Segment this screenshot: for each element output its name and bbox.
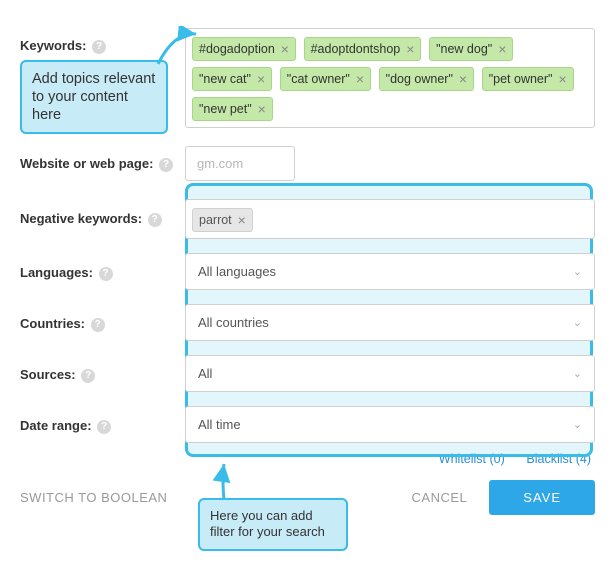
chevron-down-icon: ⌄	[573, 265, 582, 278]
daterange-label: Date range: ?	[20, 406, 185, 434]
keywords-input[interactable]: #dogadoption × #adoptdontshop × "new dog" ×…	[185, 28, 595, 128]
label-text: Sources:	[20, 367, 76, 382]
select-value: All time	[198, 417, 241, 432]
label-text: Keywords:	[20, 38, 86, 53]
annotation-filters: Here you can add filter for your search	[198, 498, 348, 551]
keyword-tag[interactable]: #dogadoption ×	[192, 37, 296, 61]
close-icon[interactable]: ×	[559, 72, 567, 86]
languages-label: Languages: ?	[20, 253, 185, 281]
keyword-tag[interactable]: "new cat" ×	[192, 67, 272, 91]
negative-row: Negative keywords: ? parrot ×	[20, 199, 595, 239]
close-icon[interactable]: ×	[406, 42, 414, 56]
keyword-tag[interactable]: "new dog" ×	[429, 37, 513, 61]
languages-select[interactable]: All languages ⌄	[185, 253, 595, 290]
help-icon[interactable]: ?	[159, 158, 173, 172]
countries-row: Countries: ? All countries ⌄	[20, 304, 595, 341]
negative-tag[interactable]: parrot ×	[192, 208, 253, 232]
tag-label: #dogadoption	[199, 42, 275, 56]
select-value: All languages	[198, 264, 276, 279]
annotation-keywords: Add topics relevant to your content here	[20, 60, 168, 134]
cancel-button[interactable]: CANCEL	[412, 490, 468, 505]
help-icon[interactable]: ?	[148, 213, 162, 227]
close-icon[interactable]: ×	[459, 72, 467, 86]
list-links: Whitelist (0) Blacklist (4)	[20, 451, 595, 466]
label-text: Languages:	[20, 265, 93, 280]
select-value: All countries	[198, 315, 269, 330]
close-icon[interactable]: ×	[258, 102, 266, 116]
daterange-select[interactable]: All time ⌄	[185, 406, 595, 443]
languages-row: Languages: ? All languages ⌄	[20, 253, 595, 290]
tag-label: parrot	[199, 213, 232, 227]
whitelist-link[interactable]: Whitelist (0)	[439, 452, 505, 466]
keyword-tag[interactable]: "new pet" ×	[192, 97, 273, 121]
select-value: All	[198, 366, 212, 381]
switch-to-boolean-link[interactable]: SWITCH TO BOOLEAN	[20, 490, 167, 505]
negative-input[interactable]: parrot ×	[185, 199, 595, 239]
sources-label: Sources: ?	[20, 355, 185, 383]
keyword-tag[interactable]: "cat owner" ×	[280, 67, 371, 91]
sources-select[interactable]: All ⌄	[185, 355, 595, 392]
tag-label: "dog owner"	[386, 72, 453, 86]
help-icon[interactable]: ?	[91, 318, 105, 332]
countries-select[interactable]: All countries ⌄	[185, 304, 595, 341]
close-icon[interactable]: ×	[281, 42, 289, 56]
annotation-text: Add topics relevant to your content here	[32, 71, 155, 123]
keywords-label: Keywords: ?	[20, 28, 185, 54]
tag-label: "new cat"	[199, 72, 251, 86]
tag-label: #adoptdontshop	[311, 42, 401, 56]
label-text: Negative keywords:	[20, 211, 142, 226]
save-button[interactable]: SAVE	[489, 480, 595, 515]
close-icon[interactable]: ×	[238, 213, 246, 227]
label-text: Website or web page:	[20, 156, 153, 171]
close-icon[interactable]: ×	[498, 42, 506, 56]
annotation-text: Here you can add filter for your search	[210, 508, 325, 539]
help-icon[interactable]: ?	[99, 267, 113, 281]
tag-label: "new pet"	[199, 102, 252, 116]
tag-label: "new dog"	[436, 42, 492, 56]
website-input[interactable]	[185, 146, 295, 181]
chevron-down-icon: ⌄	[573, 316, 582, 329]
negative-label: Negative keywords: ?	[20, 199, 185, 227]
label-text: Countries:	[20, 316, 85, 331]
help-icon[interactable]: ?	[92, 40, 106, 54]
help-icon[interactable]: ?	[97, 420, 111, 434]
tag-label: "cat owner"	[287, 72, 350, 86]
close-icon[interactable]: ×	[356, 72, 364, 86]
chevron-down-icon: ⌄	[573, 418, 582, 431]
keyword-tag[interactable]: "dog owner" ×	[379, 67, 474, 91]
daterange-row: Date range: ? All time ⌄	[20, 406, 595, 443]
sources-row: Sources: ? All ⌄	[20, 355, 595, 392]
tag-label: "pet owner"	[489, 72, 553, 86]
website-label: Website or web page: ?	[20, 146, 185, 172]
close-icon[interactable]: ×	[257, 72, 265, 86]
keyword-tag[interactable]: "pet owner" ×	[482, 67, 574, 91]
blacklist-link[interactable]: Blacklist (4)	[526, 452, 591, 466]
help-icon[interactable]: ?	[81, 369, 95, 383]
label-text: Date range:	[20, 418, 92, 433]
chevron-down-icon: ⌄	[573, 367, 582, 380]
keyword-tag[interactable]: #adoptdontshop ×	[304, 37, 422, 61]
website-row: Website or web page: ?	[20, 146, 595, 181]
countries-label: Countries: ?	[20, 304, 185, 332]
